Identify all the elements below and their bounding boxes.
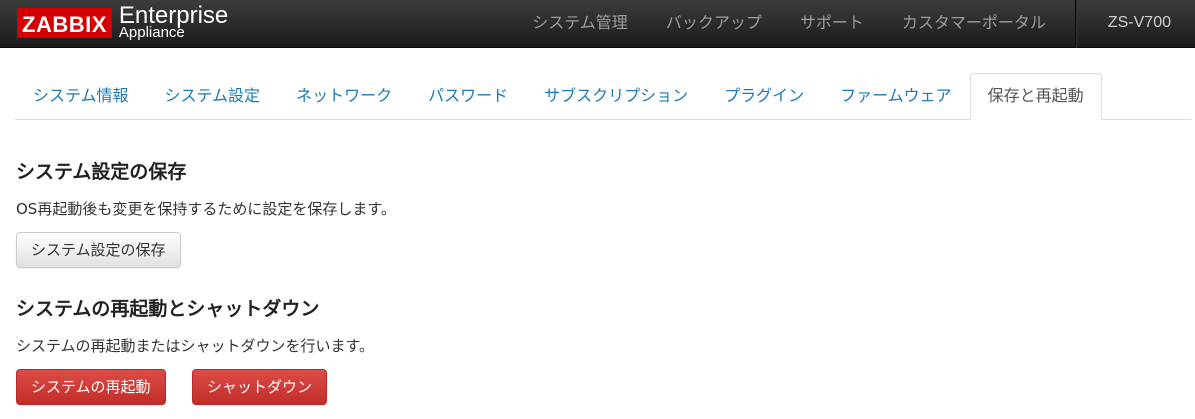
host-name[interactable]: ZS-V700: [1074, 0, 1195, 48]
tab-password[interactable]: パスワード: [410, 73, 526, 119]
brand-logo[interactable]: ZABBIX Enterprise Appliance: [17, 4, 228, 44]
zabbix-logo: ZABBIX: [17, 8, 112, 38]
tab-firmware[interactable]: ファームウェア: [822, 73, 970, 119]
save-settings-button[interactable]: システム設定の保存: [16, 232, 181, 268]
reboot-section-title: システムの再起動とシャットダウン: [16, 298, 320, 320]
menu-system-admin[interactable]: システム管理: [513, 0, 647, 48]
tab-network[interactable]: ネットワーク: [278, 73, 410, 119]
tab-system-info[interactable]: システム情報: [15, 73, 147, 119]
top-navbar: ZABBIX Enterprise Appliance システム管理 バックアッ…: [0, 0, 1195, 48]
tab-subscription[interactable]: サブスクリプション: [526, 73, 706, 119]
brand-text: Enterprise Appliance: [119, 4, 228, 41]
reboot-section-description: システムの再起動またはシャットダウンを行います。: [16, 337, 375, 355]
main-menu: システム管理 バックアップ サポート カスタマーポータル ZS-V700: [513, 0, 1195, 48]
shutdown-button[interactable]: シャットダウン: [192, 369, 328, 405]
menu-support[interactable]: サポート: [781, 0, 883, 48]
menu-backup[interactable]: バックアップ: [647, 0, 781, 48]
tab-plugins[interactable]: プラグイン: [706, 73, 822, 119]
settings-tabs: システム情報 システム設定 ネットワーク パスワード サブスクリプション プラグ…: [15, 73, 1191, 120]
reboot-button[interactable]: システムの再起動: [16, 369, 166, 405]
tab-system-settings[interactable]: システム設定: [147, 73, 279, 119]
save-section-description: OS再起動後も変更を保持するために設定を保存します。: [16, 200, 396, 218]
tab-save-reboot[interactable]: 保存と再起動: [969, 73, 1102, 120]
save-section-title: システム設定の保存: [16, 161, 187, 183]
menu-customer-portal[interactable]: カスタマーポータル: [883, 0, 1065, 48]
